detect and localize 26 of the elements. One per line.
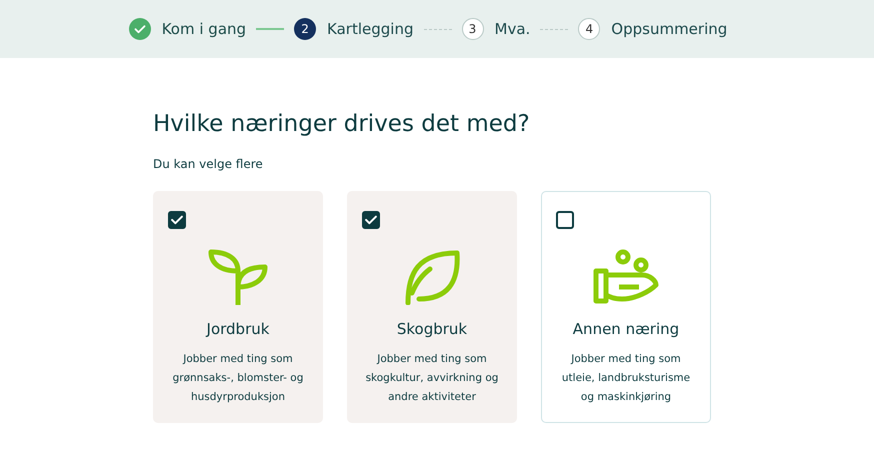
check-icon — [171, 215, 183, 225]
check-icon — [365, 215, 377, 225]
hint-text: Du kan velge flere — [153, 157, 264, 171]
option-card[interactable]: Annen næring Jobber med ting som utleie, landbruksturisme og maskinkjøring — [541, 191, 711, 423]
step-label: Kartlegging — [327, 20, 414, 38]
step-number: 4 — [578, 18, 600, 40]
option-card[interactable]: Skogbruk Jobber med ting som skogkultur, avvirkning og andre aktiviteter — [347, 191, 517, 423]
checkbox[interactable] — [556, 211, 574, 229]
hand-coins-icon — [593, 249, 659, 305]
step-label: Mva. — [494, 20, 530, 38]
sprout-icon — [208, 249, 268, 305]
option-title: Skogbruk — [396, 320, 468, 338]
step-number: 2 — [294, 18, 316, 40]
step-label: Oppsummering — [611, 20, 728, 38]
option-title: Annen næring — [572, 320, 680, 338]
option-description: Jobber med ting som utleie, landbruksturisme og maskinkjøring — [560, 352, 692, 405]
checkbox[interactable] — [362, 211, 380, 229]
leaf-icon — [404, 249, 460, 305]
step-number: 3 — [462, 18, 484, 40]
step-label: Kom i gang — [162, 20, 246, 38]
option-description: Jobber med ting som skogkultur, avvirkning og andre aktiviteter — [364, 352, 500, 405]
option-description: Jobber med ting som grønnsaks-, blomster- og husdyrproduksjon — [172, 352, 304, 405]
question-heading: Hvilke næringer drives det med? — [153, 111, 531, 137]
option-card[interactable]: Jordbruk Jobber med ting som grønnsaks-, blomster- og husdyrproduksjon — [153, 191, 323, 423]
checkbox[interactable] — [168, 211, 186, 229]
option-title: Jordbruk — [206, 320, 270, 338]
